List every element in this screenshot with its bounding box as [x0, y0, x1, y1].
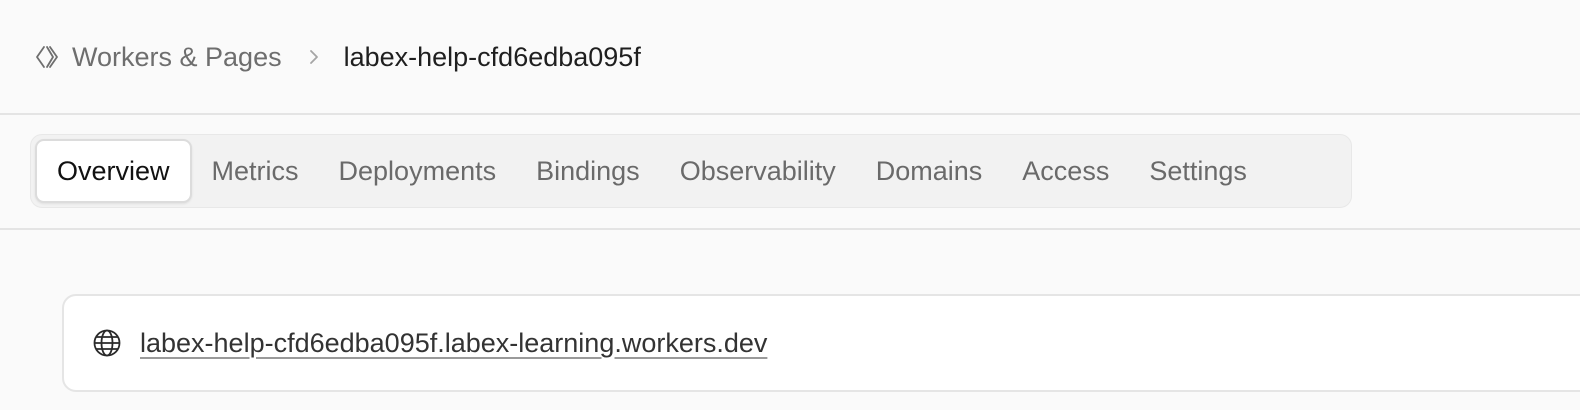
breadcrumb-current-worker: labex-help-cfd6edba095f: [343, 41, 641, 72]
breadcrumb: Workers & Pages labex-help-cfd6edba095f: [32, 36, 641, 78]
route-card: labex-help-cfd6edba095f.labex-learning.w…: [62, 294, 1580, 392]
header-divider: [0, 113, 1580, 115]
tab-observability[interactable]: Observability: [660, 139, 856, 203]
tab-metrics[interactable]: Metrics: [192, 139, 319, 203]
globe-icon: [90, 326, 124, 360]
breadcrumb-workers-pages-link[interactable]: Workers & Pages: [72, 42, 282, 73]
tab-overview[interactable]: Overview: [35, 139, 192, 203]
tab-access[interactable]: Access: [1002, 139, 1129, 203]
chevron-right-icon: [308, 49, 320, 65]
tab-deployments[interactable]: Deployments: [319, 139, 517, 203]
workers-dev-url-link[interactable]: labex-help-cfd6edba095f.labex-learning.w…: [140, 328, 767, 359]
workers-pages-icon[interactable]: [32, 42, 62, 72]
tab-settings[interactable]: Settings: [1129, 139, 1267, 203]
tab-bindings[interactable]: Bindings: [516, 139, 660, 203]
tabs-divider: [0, 228, 1580, 230]
tab-bar: Overview Metrics Deployments Bindings Ob…: [30, 134, 1352, 208]
tab-domains[interactable]: Domains: [856, 139, 1003, 203]
